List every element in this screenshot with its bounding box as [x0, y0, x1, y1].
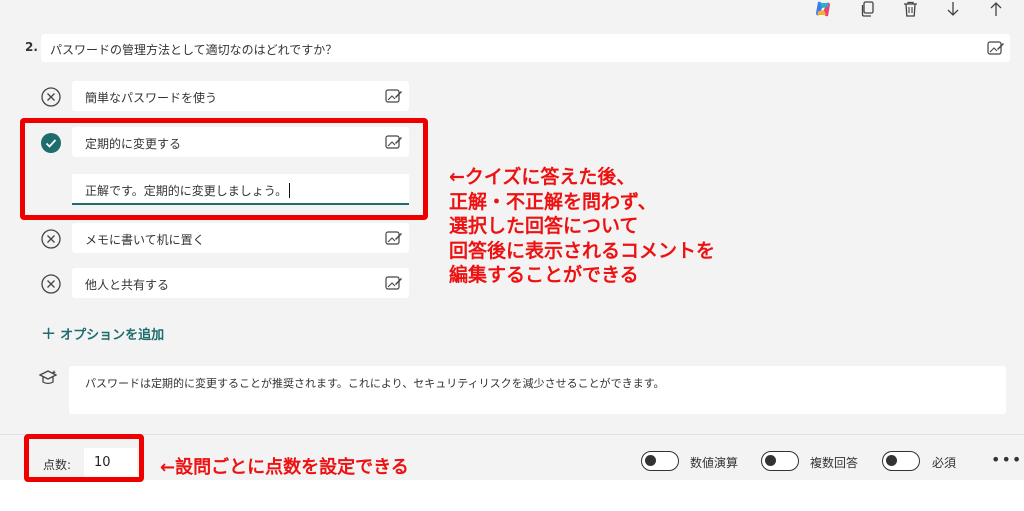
- question-input[interactable]: パスワードの管理方法として適切なのはどれですか？: [41, 34, 1010, 62]
- move-up-icon[interactable]: [986, 0, 1006, 18]
- annotation-line: ←クイズに答えた後、: [449, 166, 636, 188]
- required-toggle[interactable]: [882, 451, 920, 471]
- incorrect-mark-icon[interactable]: [40, 273, 62, 295]
- move-down-icon[interactable]: [943, 0, 963, 18]
- option-text: 簡単なパスワードを使う: [85, 91, 218, 105]
- toggle-knob: [645, 455, 656, 466]
- math-toggle[interactable]: [641, 451, 679, 471]
- incorrect-mark-icon[interactable]: [40, 86, 62, 108]
- annotation-highlight-box: [20, 118, 428, 220]
- plus-icon: +: [41, 322, 57, 344]
- multiple-answers-toggle-label: 複数回答: [810, 456, 859, 470]
- add-option-label: オプションを追加: [60, 328, 165, 343]
- question-settings-bar: [0, 434, 1024, 480]
- insert-media-icon[interactable]: [385, 275, 403, 291]
- question-number: 2.: [25, 40, 38, 54]
- toggle-knob: [765, 455, 776, 466]
- page-bottom: [0, 480, 1024, 511]
- delete-icon[interactable]: [900, 0, 920, 18]
- insert-media-icon[interactable]: [385, 88, 403, 104]
- points-annotation: ←設問ごとに点数を設定できる: [160, 457, 409, 478]
- annotation-highlight-box: [24, 434, 144, 482]
- option-text: メモに書いて机に置く: [85, 233, 205, 247]
- annotation-line: 選択した回答について: [449, 215, 639, 237]
- explanation-text: パスワードは定期的に変更することが推奨されます。これにより、セキュリティリスクを…: [85, 377, 665, 390]
- required-toggle-label: 必須: [932, 456, 957, 470]
- annotation-line: 編集することができる: [449, 264, 639, 286]
- explanation-input[interactable]: パスワードは定期的に変更することが推奨されます。これにより、セキュリティリスクを…: [69, 366, 1006, 414]
- more-options-button[interactable]: •••: [991, 450, 1022, 469]
- option-input[interactable]: メモに書いて机に置く: [72, 223, 409, 253]
- annotation-line: 回答後に表示されるコメントを: [449, 239, 716, 262]
- insert-media-icon[interactable]: [987, 40, 1005, 56]
- incorrect-mark-icon[interactable]: [40, 228, 62, 250]
- quiz-editor: 2. パスワードの管理方法として適切なのはどれですか？ 簡単なパスワードを使う …: [0, 0, 1024, 511]
- insert-media-icon[interactable]: [385, 230, 403, 246]
- comment-annotation: ←クイズに答えた後、 正解・不正解を問わず、 選択した回答について 回答後に表示…: [449, 165, 715, 288]
- math-toggle-label: 数値演算: [690, 456, 739, 470]
- multiple-answers-toggle[interactable]: [761, 451, 799, 471]
- copy-icon[interactable]: [858, 0, 878, 18]
- toggle-knob: [886, 455, 897, 466]
- copilot-icon[interactable]: [813, 0, 833, 18]
- option-input[interactable]: 他人と共有する: [72, 268, 409, 298]
- option-text: 他人と共有する: [85, 278, 170, 292]
- annotation-line: 正解・不正解を問わず、: [449, 190, 657, 213]
- option-input[interactable]: 簡単なパスワードを使う: [72, 81, 409, 111]
- explanation-icon: [38, 370, 58, 385]
- question-text: パスワードの管理方法として適切なのはどれですか？: [50, 43, 338, 57]
- add-option-button[interactable]: + オプションを追加: [41, 324, 164, 343]
